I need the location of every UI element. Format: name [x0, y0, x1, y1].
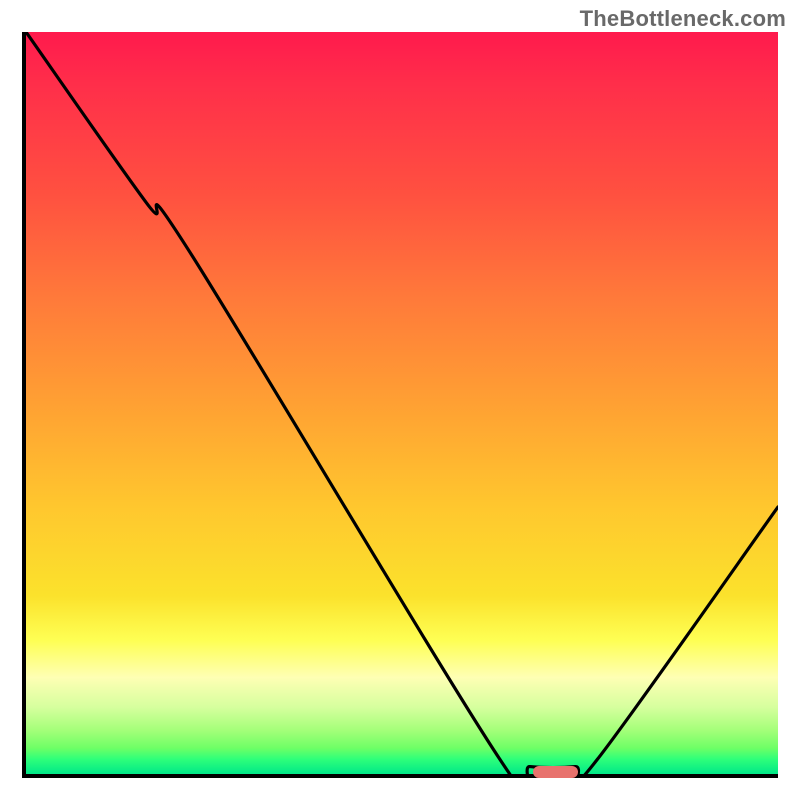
bottleneck-curve [26, 32, 778, 774]
plot-area [22, 32, 778, 778]
watermark-text: TheBottleneck.com [580, 6, 786, 32]
minimum-marker [533, 766, 578, 778]
